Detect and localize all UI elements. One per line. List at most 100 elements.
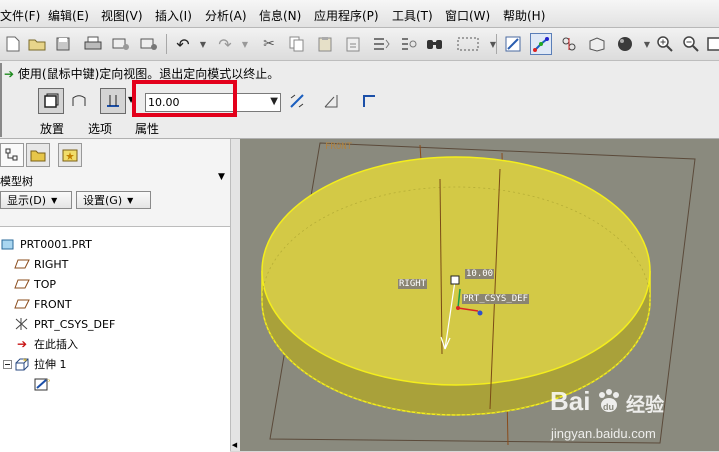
part-icon (0, 237, 16, 251)
menu-file[interactable]: 文件(F) (0, 7, 40, 24)
panel-menu-dropdown-icon[interactable]: ▼ (218, 172, 225, 182)
remove-material-button[interactable] (318, 88, 344, 114)
datum-plane-icon (14, 257, 30, 271)
menu-applications[interactable]: 应用程序(P) (314, 7, 379, 24)
insert-here-arrow-icon: ➔ (16, 337, 28, 351)
surface-icon (72, 95, 86, 106)
right-plane-label: RIGHT (398, 279, 428, 289)
paste-special-icon[interactable] (342, 33, 364, 55)
flip-direction-button[interactable] (284, 88, 310, 114)
spin-center-icon[interactable] (530, 33, 552, 55)
csys-label: PRT_CSYS_DEF (462, 294, 530, 304)
redo-dropdown-icon[interactable]: ▼ (234, 33, 256, 55)
extrude-feature-icon: * (14, 357, 30, 371)
main-toolbar: ↶ ▼ ↷ ▼ ✂ ▼ ▼ (0, 28, 719, 61)
thicken-sketch-button[interactable] (356, 88, 382, 114)
tree-node-top[interactable]: TOP (14, 276, 56, 292)
tree-node-label: PRT_CSYS_DEF (34, 317, 116, 331)
shading-icon[interactable] (614, 33, 636, 55)
cylinder-top-face (261, 156, 651, 386)
show-button-label: 显示(D) (7, 194, 47, 207)
tree-node-extrude[interactable]: * 拉伸 1 (2, 356, 67, 372)
chevron-down-icon[interactable]: ▼ (270, 96, 278, 107)
surface-extrude-button[interactable] (66, 88, 92, 114)
redo-icon[interactable]: ↷ (214, 33, 236, 55)
show-dropdown-button[interactable]: 显示(D) ▼ (0, 191, 72, 209)
refit-icon[interactable] (706, 33, 719, 55)
settings-dropdown-button[interactable]: 设置(G) ▼ (76, 191, 151, 209)
model-player-icon[interactable] (398, 33, 420, 55)
tab-options[interactable]: 选项 (88, 120, 112, 137)
menu-tools[interactable]: 工具(T) (392, 7, 433, 24)
tree-node-right[interactable]: RIGHT (14, 256, 68, 272)
tree-node-sketch[interactable]: * (34, 376, 54, 392)
tab-placement[interactable]: 放置 (40, 120, 64, 137)
front-plane-label: FRONT (325, 142, 353, 152)
tab-properties[interactable]: 属性 (135, 120, 159, 137)
collapse-icon[interactable] (2, 357, 12, 371)
csys-origin (456, 306, 460, 310)
copy-icon[interactable] (286, 33, 308, 55)
print-icon[interactable] (82, 33, 104, 55)
baidu-jingyan-watermark: Bai du 经验 jingyan.baidu.com (550, 384, 719, 450)
depth-option-button[interactable] (100, 88, 126, 114)
select-dropdown-icon[interactable]: ▼ (482, 33, 504, 55)
tree-node-label: FRONT (34, 297, 72, 311)
menu-insert[interactable]: 插入(I) (155, 7, 192, 24)
highlight-frame (132, 80, 237, 117)
paste-icon[interactable] (314, 33, 336, 55)
message-text: 使用(鼠标中键)定向视图。退出定向模式以终止。 (17, 67, 280, 81)
repaint-icon[interactable] (502, 33, 524, 55)
undo-dropdown-icon[interactable]: ▼ (192, 33, 214, 55)
depth-dimension-label[interactable]: 10.00 (465, 269, 495, 279)
mail-icon[interactable] (138, 33, 160, 55)
tree-node-label: TOP (34, 277, 57, 291)
graphics-viewport[interactable]: FRONT RIGHT 10.00 PRT_CSYS_DEF Bai du 经验… (240, 139, 719, 451)
view-manager-icon[interactable] (558, 33, 580, 55)
menu-edit[interactable]: 编辑(E) (48, 7, 89, 24)
message-arrow-icon: ➔ (4, 67, 15, 81)
select-box-icon[interactable] (452, 33, 484, 55)
folder-icon (30, 150, 46, 162)
tab-favorites[interactable] (58, 143, 82, 167)
menu-info[interactable]: 信息(N) (259, 7, 301, 24)
save-icon[interactable] (52, 33, 74, 55)
tree-node-csys[interactable]: PRT_CSYS_DEF (14, 316, 115, 332)
scroll-down-arrow-icon[interactable]: ◀ (230, 441, 239, 450)
zoom-out-icon[interactable] (680, 33, 702, 55)
send-mail-icon[interactable] (110, 33, 132, 55)
menu-bar: 文件(F) 编辑(E) 视图(V) 插入(I) 分析(A) 信息(N) 应用程序… (0, 0, 719, 28)
tree-node-insert-here[interactable]: ➔ 在此插入 (14, 336, 78, 352)
chevron-down-icon: ▼ (127, 195, 134, 205)
dashboard-edge (0, 63, 2, 137)
menu-analysis[interactable]: 分析(A) (205, 7, 247, 24)
chevron-down-icon: ▼ (51, 195, 58, 205)
thicken-icon (363, 95, 375, 107)
tree-node-label: 拉伸 1 (34, 358, 67, 371)
tree-node-part[interactable]: PRT0001.PRT (0, 236, 92, 252)
tab-model-tree[interactable] (0, 143, 24, 167)
cut-icon[interactable]: ✂ (258, 33, 280, 55)
regenerate-icon[interactable] (370, 33, 392, 55)
tree-node-label: PRT0001.PRT (20, 237, 92, 251)
find-icon[interactable] (424, 33, 446, 55)
zoom-in-icon[interactable] (654, 33, 676, 55)
undo-icon[interactable]: ↶ (172, 33, 194, 55)
tree-node-front[interactable]: FRONT (14, 296, 72, 312)
settings-button-label: 设置(G) (83, 194, 123, 207)
tree-node-label: RIGHT (34, 257, 69, 271)
solid-extrude-button[interactable] (38, 88, 64, 114)
panel-scrollbar[interactable] (230, 139, 240, 451)
remove-material-icon (324, 95, 338, 108)
menu-view[interactable]: 视图(V) (101, 7, 143, 24)
blind-depth-icon (107, 95, 119, 107)
tab-folder-browser[interactable] (26, 143, 50, 167)
new-file-icon[interactable] (2, 33, 24, 55)
depth-drag-handle[interactable] (450, 275, 460, 285)
toolbar-separator (496, 34, 497, 54)
toolbar-separator (166, 34, 167, 54)
open-folder-icon[interactable] (26, 33, 48, 55)
menu-help[interactable]: 帮助(H) (503, 7, 545, 24)
orient-icon[interactable] (586, 33, 608, 55)
menu-window[interactable]: 窗口(W) (445, 7, 490, 24)
